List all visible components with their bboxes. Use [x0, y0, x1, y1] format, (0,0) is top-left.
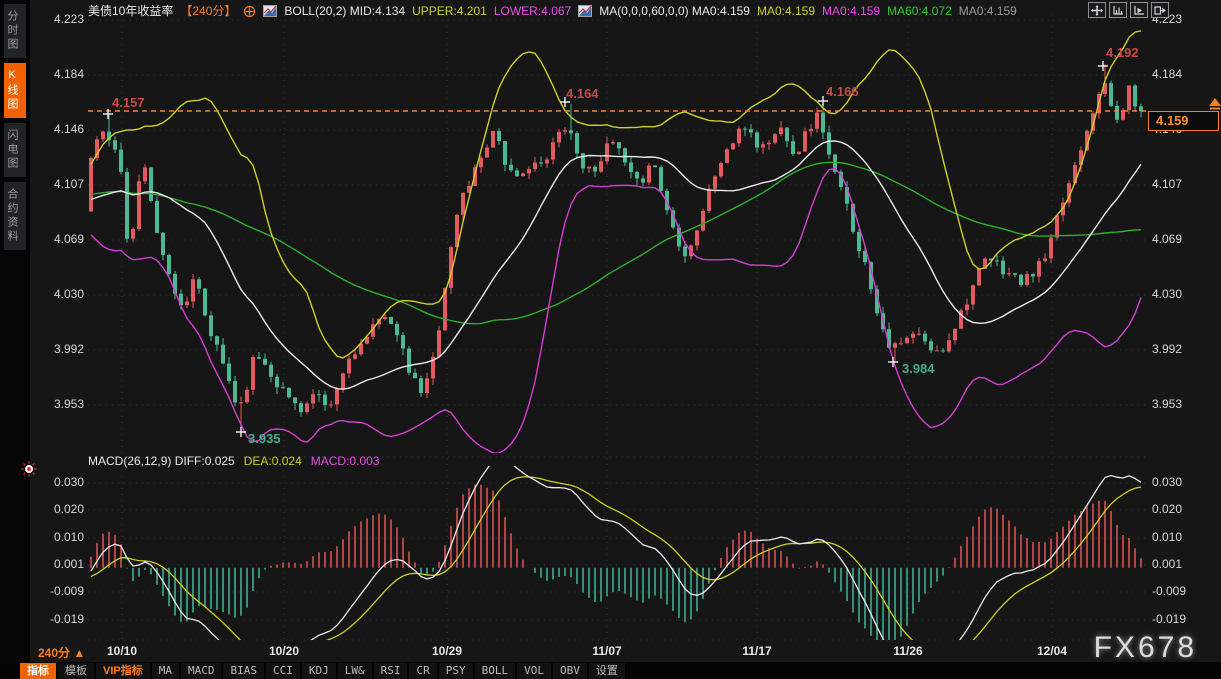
macd-tick-right: 0.001	[1152, 557, 1182, 571]
toolbar-button-settings[interactable]: 设置	[589, 663, 625, 679]
macd-value-1: DEA:0.024	[244, 454, 302, 468]
macd-tick-right: 0.020	[1152, 502, 1182, 516]
indicator-value-9: MA0:4.159	[757, 3, 815, 19]
sidebar-tab-kline-chart[interactable]: K线图	[4, 63, 26, 118]
period-selector[interactable]: 240分 ▲	[38, 644, 85, 661]
date-label: 10/10	[107, 644, 137, 658]
indicator-value-5: UPPER:4.201	[412, 3, 487, 19]
current-price-badge: 4.159	[1148, 111, 1219, 131]
macd-header: MACD(26,12,9) DIFF:0.025 DEA:0.024 MACD:0.…	[88, 454, 379, 468]
toolbar-button-vip-indicator[interactable]: VIP指标	[96, 663, 150, 679]
toolbar-button-cr[interactable]: CR	[409, 663, 436, 679]
alarm-icon[interactable]	[21, 461, 37, 482]
app-window: 分时图 K线图闪电图合约资料 美债10年收益率【240分】 BOLL(20,2) M…	[0, 0, 1221, 679]
period-text: 240分	[38, 646, 70, 660]
price-tick-left: 4.184	[38, 67, 84, 81]
macd-tick-left: 0.030	[38, 475, 84, 489]
toolbar-button-kdj[interactable]: KDJ	[302, 663, 336, 679]
toolbar-button-bias[interactable]: BIAS	[223, 663, 264, 679]
price-annotation: 4.166	[826, 84, 859, 99]
indicator-value-0: 美债10年收益率	[88, 3, 173, 19]
sidebar-tab-flash-chart[interactable]: 闪电图	[4, 123, 26, 177]
toolbar-button-indicator[interactable]: 指标	[20, 663, 56, 679]
price-tick-left: 4.107	[38, 177, 84, 191]
macd-tick-left: 0.010	[38, 530, 84, 544]
target-icon	[243, 5, 256, 18]
price-annotation: 3.935	[248, 431, 281, 446]
price-tick-left: 4.146	[38, 122, 84, 136]
period-caret-icon: ▲	[73, 646, 85, 660]
move-icon[interactable]	[1088, 2, 1106, 18]
price-tick-right: 4.184	[1152, 67, 1182, 81]
toolbar-button-psy[interactable]: PSY	[439, 663, 473, 679]
sidebar-tab-contract-info[interactable]: 合约资料	[4, 182, 26, 250]
price-tick-right: 3.992	[1152, 342, 1182, 356]
toolbar-button-cci[interactable]: CCI	[266, 663, 300, 679]
macd-tick-left: -0.019	[38, 612, 84, 626]
price-tick-left: 3.992	[38, 342, 84, 356]
indicator-value-1: 【240分】	[180, 3, 236, 19]
toolbar-button-rsi[interactable]: RSI	[374, 663, 408, 679]
price-tick-right: 4.069	[1152, 232, 1182, 246]
toolbar-button-obv[interactable]: OBV	[553, 663, 587, 679]
macd-tick-right: -0.009	[1152, 584, 1186, 598]
macd-value-2: MACD:0.003	[311, 454, 380, 468]
toolbar-button-ma[interactable]: MA	[152, 663, 179, 679]
chart-control-icons	[1088, 2, 1169, 18]
date-label: 11/07	[592, 644, 621, 658]
indicator-value-8: MA(0,0,0,60,0,0) MA0:4.159	[599, 3, 750, 19]
sidebar: 分时图 K线图闪电图合约资料	[0, 0, 30, 662]
current-price-value: 4.159	[1156, 113, 1189, 128]
macd-tick-right: 0.030	[1152, 475, 1182, 489]
macd-value-0: MACD(26,12,9) DIFF:0.025	[88, 454, 235, 468]
candlestick-pane	[89, 31, 1143, 453]
price-annotation: 4.157	[112, 95, 145, 110]
watermark: FX678	[1094, 631, 1197, 665]
macd-tick-right: -0.019	[1152, 612, 1186, 626]
indicator-toolbar: 指标模板VIP指标MAMACDBIASCCIKDJLW&RSICRPSYBOLL…	[0, 662, 1221, 679]
toolbar-button-template[interactable]: 模板	[58, 663, 94, 679]
toolbar-button-lwr[interactable]: LW&	[338, 663, 372, 679]
price-tick-right: 4.107	[1152, 177, 1182, 191]
date-label: 11/17	[742, 644, 771, 658]
macd-pane	[91, 457, 1141, 666]
sidebar-tab-time-chart[interactable]: 分时图	[4, 4, 26, 58]
indicator-value-6: LOWER:4.067	[494, 3, 571, 19]
date-label: 11/26	[893, 644, 922, 658]
chart-canvas[interactable]	[0, 0, 1221, 679]
indicator-value-10: MA0:4.159	[822, 3, 880, 19]
current-price-arrow-icon	[1209, 98, 1221, 110]
price-tick-right: 4.030	[1152, 287, 1182, 301]
price-tick-left: 3.953	[38, 397, 84, 411]
date-label: 10/29	[432, 644, 462, 658]
price-annotation: 4.192	[1106, 45, 1139, 60]
toolbar-button-vol[interactable]: VOL	[517, 663, 551, 679]
price-tick-left: 4.030	[38, 287, 84, 301]
gridlines	[88, 14, 1148, 640]
pan-right-icon[interactable]	[1151, 2, 1169, 18]
macd-tick-left: -0.009	[38, 584, 84, 598]
date-label: 10/20	[269, 644, 299, 658]
toolbar-button-boll[interactable]: BOLL	[475, 663, 516, 679]
toolbar-button-macd[interactable]: MACD	[181, 663, 222, 679]
macd-tick-left: 0.020	[38, 502, 84, 516]
date-label: 12/04	[1037, 644, 1067, 658]
price-tick-left: 4.223	[38, 12, 84, 26]
macd-tick-left: 0.001	[38, 557, 84, 571]
indicator-header: 美债10年收益率【240分】 BOLL(20,2) MID:4.134 UPPER:…	[88, 3, 1017, 19]
macd-tick-right: 0.010	[1152, 530, 1182, 544]
price-annotation: 3.984	[902, 361, 935, 376]
price-annotation: 4.164	[566, 86, 599, 101]
line-chart-icon	[578, 5, 592, 17]
price-tick-right: 3.953	[1152, 397, 1182, 411]
indicator-value-11: MA60:4.072	[887, 3, 952, 19]
line-chart-icon	[263, 5, 277, 17]
axis-zoom-icon[interactable]	[1109, 2, 1127, 18]
indicator-value-12: MA0:4.159	[959, 3, 1017, 19]
axis-play-icon[interactable]	[1130, 2, 1148, 18]
indicator-value-4: BOLL(20,2) MID:4.134	[284, 3, 405, 19]
price-tick-left: 4.069	[38, 232, 84, 246]
